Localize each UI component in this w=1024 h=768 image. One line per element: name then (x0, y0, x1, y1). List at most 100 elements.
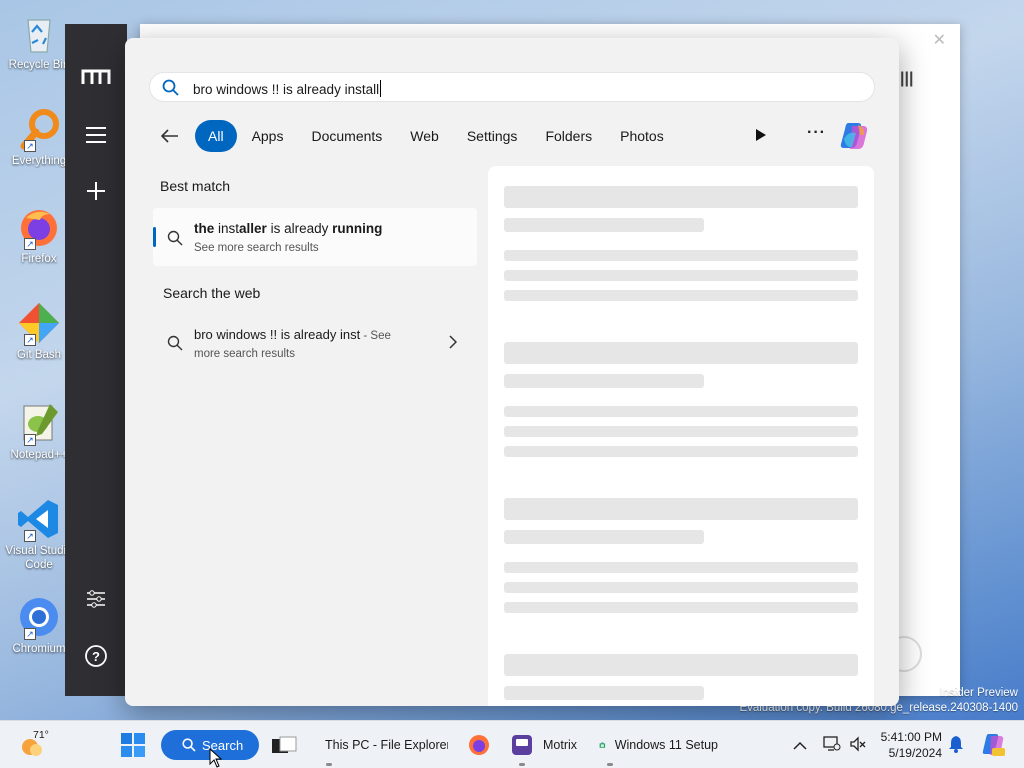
skeleton-line (504, 446, 858, 457)
desktop-icon-vscode[interactable]: ↗ Visual Studio Code (4, 496, 74, 572)
skeleton-line (504, 426, 858, 437)
web-result-title: bro windows !! is already inst - See (194, 327, 391, 342)
copilot-icon[interactable] (838, 121, 870, 151)
shortcut-arrow-icon: ↗ (24, 334, 36, 346)
task-view-icon (272, 736, 297, 753)
close-icon[interactable]: ✕ (933, 30, 946, 50)
shortcut-arrow-icon: ↗ (24, 628, 36, 640)
firefox-icon (469, 735, 489, 755)
taskbar-app-motrix[interactable]: Motrix (511, 729, 583, 761)
weather-widget[interactable]: 71° (18, 729, 58, 759)
windows-setup-icon (599, 741, 606, 748)
search-input[interactable]: bro windows !! is already install (149, 72, 875, 102)
clock-time: 5:41:00 PM (880, 730, 942, 744)
git-bash-icon: ↗ (16, 300, 62, 346)
weather-temperature: 71° (33, 729, 49, 741)
web-search-result[interactable]: bro windows !! is already inst - See mor… (153, 322, 477, 366)
search-icon (167, 335, 183, 356)
desktop-icon-notepad-plus-plus[interactable]: ↗ Notepad++ (4, 400, 74, 462)
taskbar-app-firefox[interactable] (467, 733, 491, 757)
search-panel: bro windows !! is already install All Ap… (125, 38, 899, 706)
shortcut-arrow-icon: ↗ (24, 434, 36, 446)
skeleton-line (504, 562, 858, 573)
best-match-heading: Best match (160, 178, 231, 194)
motrix-logo-icon (65, 68, 127, 91)
back-arrow-icon[interactable] (159, 125, 181, 147)
search-query-text: bro windows !! is already install (193, 82, 380, 97)
skeleton-line (504, 686, 704, 700)
taskbar-app-file-explorer[interactable]: This PC - File Explorer (316, 729, 448, 761)
clock-date: 5/19/2024 (888, 746, 942, 760)
web-result-subtitle: more search results (194, 348, 295, 360)
chevron-right-icon[interactable] (449, 335, 458, 354)
shortcut-arrow-icon: ↗ (24, 530, 36, 542)
skeleton-line (504, 218, 704, 232)
filter-all[interactable]: All (195, 120, 237, 152)
recycle-bin-icon (16, 10, 62, 56)
bell-icon (949, 736, 963, 753)
skeleton-line (504, 602, 858, 613)
mouse-cursor-icon (209, 748, 223, 768)
search-icon (167, 230, 183, 251)
preview-pane-loading (488, 166, 874, 706)
best-match-title: the installer is already running (194, 221, 383, 236)
more-filters-play-icon[interactable] (755, 128, 767, 147)
skeleton-line (504, 498, 858, 520)
desktop-icon-label: Everything (11, 155, 67, 167)
shortcut-arrow-icon: ↗ (24, 140, 36, 152)
notepad-plus-plus-icon: ↗ (16, 400, 62, 446)
search-icon (182, 738, 196, 752)
taskbar-app-label: Motrix (543, 738, 578, 752)
filter-folders[interactable]: Folders (532, 120, 605, 152)
help-icon[interactable]: ? (65, 644, 127, 673)
taskbar-app-windows-setup[interactable]: Windows 11 Setup (599, 729, 718, 761)
clock[interactable]: 5:41:00 PM 5/19/2024 (872, 729, 942, 761)
desktop-icon-label: Notepad++ (10, 449, 68, 461)
selection-indicator (153, 227, 156, 247)
filter-apps[interactable]: Apps (239, 120, 297, 152)
windows-logo-icon (121, 733, 145, 757)
desktop-icon-recycle-bin[interactable]: Recycle Bin (4, 10, 74, 72)
skeleton-line (504, 250, 858, 261)
network-status-button[interactable] (823, 735, 841, 758)
desktop-icon-label-line2: Code (25, 559, 53, 571)
vscode-icon: ↗ (16, 496, 62, 542)
menu-icon[interactable] (65, 126, 127, 149)
svg-text:?: ? (92, 649, 100, 664)
network-icon (823, 736, 841, 751)
text-caret (380, 80, 382, 97)
desktop-icon-label: Git Bash (16, 349, 62, 361)
filter-documents[interactable]: Documents (298, 120, 395, 152)
add-task-icon[interactable] (65, 180, 127, 207)
notifications-button[interactable] (948, 735, 964, 758)
preferences-icon[interactable] (65, 588, 127, 615)
copilot-taskbar-button[interactable] (980, 732, 1006, 763)
skeleton-line (504, 270, 858, 281)
task-view-button[interactable] (271, 735, 297, 755)
best-match-result[interactable]: the installer is already running See mor… (153, 208, 477, 266)
skeleton-line (504, 374, 704, 388)
filter-photos[interactable]: Photos (607, 120, 677, 152)
volume-button[interactable] (849, 735, 867, 758)
filter-web[interactable]: Web (397, 120, 452, 152)
show-hidden-icons-button[interactable] (793, 738, 807, 756)
motrix-sidebar: ? (65, 24, 127, 696)
skeleton-line (504, 406, 858, 417)
firefox-icon: ↗ (16, 204, 62, 250)
desktop-icon-firefox[interactable]: ↗ Firefox (4, 204, 74, 266)
filter-settings[interactable]: Settings (454, 120, 531, 152)
window-toolbar-icon[interactable]: ||| (900, 70, 913, 88)
desktop-icon-label: Firefox (21, 253, 57, 265)
desktop-icon-label: Visual Studio (5, 545, 73, 557)
running-indicator (607, 763, 613, 766)
motrix-app-icon (512, 735, 532, 755)
search-web-heading: Search the web (163, 285, 261, 301)
more-options-icon[interactable]: ··· (807, 124, 826, 142)
desktop-icon-everything[interactable]: ↗ Everything (4, 106, 74, 168)
desktop-icon-chromium[interactable]: ↗ Chromium (4, 594, 74, 656)
skeleton-line (504, 530, 704, 544)
start-button[interactable] (121, 733, 147, 759)
desktop-icon-git-bash[interactable]: ↗ Git Bash (4, 300, 74, 362)
chevron-up-icon (793, 741, 807, 750)
skeleton-line (504, 342, 858, 364)
